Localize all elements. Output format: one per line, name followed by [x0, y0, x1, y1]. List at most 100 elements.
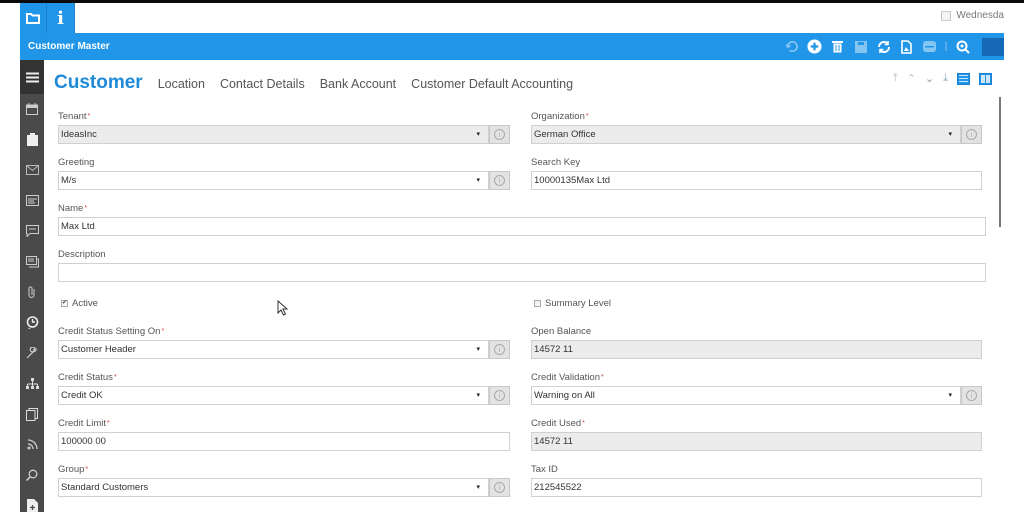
sidebar-item-new-file[interactable]: [20, 491, 44, 521]
folder-icon: [26, 12, 40, 24]
tab-location[interactable]: Location: [158, 77, 205, 91]
grid-view-button[interactable]: [957, 73, 970, 85]
credit-status-setting-field: Credit Status Setting On* Customer Heade…: [58, 326, 510, 359]
tab-customer-default-accounting[interactable]: Customer Default Accounting: [411, 77, 573, 91]
tenant-value: IdeasInc: [61, 129, 97, 140]
search-button[interactable]: [951, 33, 974, 60]
save-button[interactable]: [849, 33, 872, 60]
name-value: Max Ltd: [61, 221, 95, 232]
record-navigation: ⤒ ⌃ ⌄ ⤓: [893, 72, 992, 85]
tenant-info-button[interactable]: i: [489, 125, 510, 144]
greeting-info-button[interactable]: i: [489, 171, 510, 190]
delete-button[interactable]: [826, 33, 849, 60]
sidebar-item-card[interactable]: [20, 186, 44, 217]
description-field: Description: [58, 249, 986, 282]
vertical-scrollbar[interactable]: [999, 97, 1001, 227]
sidebar-item-messages[interactable]: [20, 247, 44, 278]
sidebar-item-clock[interactable]: [20, 308, 44, 339]
previous-record-icon[interactable]: ⌃: [907, 72, 916, 85]
summary-level-checkbox[interactable]: [534, 300, 541, 307]
chevron-down-icon: ▾: [476, 176, 480, 184]
sidebar-item-calendar[interactable]: [20, 94, 44, 125]
summary-level-label: Summary Level: [545, 298, 611, 309]
new-record-button[interactable]: [803, 33, 826, 60]
date-display: Wednesda: [941, 10, 1004, 21]
zoom-search-icon: [956, 40, 970, 54]
greeting-label: Greeting: [58, 157, 94, 168]
info-icon: i: [966, 129, 977, 140]
refresh-button[interactable]: [872, 33, 895, 60]
report-icon: [901, 40, 912, 54]
last-record-icon[interactable]: ⤓: [943, 72, 948, 85]
credit-status-setting-select[interactable]: Customer Header▾: [58, 340, 489, 359]
group-label: Group: [58, 464, 84, 475]
search-key-input[interactable]: 10000135Max Ltd: [531, 171, 982, 190]
name-input[interactable]: Max Ltd: [58, 217, 986, 236]
chevron-down-icon: ▾: [948, 391, 952, 399]
wrench-icon: [26, 347, 38, 359]
credit-status-select[interactable]: Credit OK▾: [58, 386, 489, 405]
description-input[interactable]: [58, 263, 986, 282]
credit-validation-info-button[interactable]: i: [961, 386, 982, 405]
tab-contact-details[interactable]: Contact Details: [220, 77, 305, 91]
organization-info-button[interactable]: i: [961, 125, 982, 144]
report-button[interactable]: [895, 33, 918, 60]
clipboard-icon: [27, 133, 38, 146]
credit-limit-input[interactable]: 100000 00: [58, 432, 510, 451]
organization-select[interactable]: German Office▾: [531, 125, 961, 144]
sidebar-menu-button[interactable]: [20, 60, 44, 94]
required-marker: *: [107, 420, 110, 427]
chat-icon: [26, 225, 39, 237]
group-select[interactable]: Standard Customers▾: [58, 478, 489, 497]
sidebar-item-mail[interactable]: [20, 155, 44, 186]
credit-validation-select[interactable]: Warning on All▾: [531, 386, 961, 405]
toolbar-extra-button[interactable]: [982, 38, 1004, 56]
next-record-icon[interactable]: ⌄: [925, 72, 934, 85]
sidebar-item-chat[interactable]: [20, 216, 44, 247]
credit-status-label: Credit Status: [58, 372, 113, 383]
active-checkbox[interactable]: ✔: [61, 300, 68, 307]
folder-tab[interactable]: [20, 3, 47, 33]
rss-icon: [27, 439, 38, 450]
tax-id-field: Tax ID 212545522: [531, 464, 982, 497]
tenant-select[interactable]: IdeasInc ▾: [58, 125, 489, 144]
undo-icon: [785, 40, 798, 53]
group-info-button[interactable]: i: [489, 478, 510, 497]
credit-status-info-button[interactable]: i: [489, 386, 510, 405]
undo-button[interactable]: [780, 33, 803, 60]
info-icon: i: [494, 344, 505, 355]
sidebar-item-documents[interactable]: [20, 399, 44, 430]
print-button[interactable]: [918, 33, 941, 60]
sidebar-item-search[interactable]: [20, 460, 44, 491]
chevron-down-icon: ▾: [476, 130, 480, 138]
credit-limit-field: Credit Limit* 100000 00: [58, 418, 510, 451]
tab-bank-account[interactable]: Bank Account: [320, 77, 396, 91]
calendar-icon: [941, 11, 951, 21]
open-balance-input[interactable]: 14572 11: [531, 340, 982, 359]
form-view-button[interactable]: [979, 73, 992, 85]
credit-status-field: Credit Status* Credit OK▾ i: [58, 372, 510, 405]
hierarchy-icon: [26, 378, 39, 389]
sidebar-item-hierarchy[interactable]: [20, 369, 44, 400]
tab-customer[interactable]: Customer: [54, 72, 143, 94]
save-icon: [855, 41, 867, 53]
tax-id-input[interactable]: 212545522: [531, 478, 982, 497]
greeting-select[interactable]: M/s▾: [58, 171, 489, 190]
required-marker: *: [84, 205, 87, 212]
required-marker: *: [85, 466, 88, 473]
required-marker: *: [114, 374, 117, 381]
menu-icon: [26, 72, 39, 83]
open-balance-value: 14572 11: [534, 344, 573, 355]
sidebar-item-settings[interactable]: [20, 338, 44, 369]
sidebar-item-feed[interactable]: [20, 430, 44, 461]
credit-used-value: 14572 11: [534, 436, 573, 447]
info-tab[interactable]: i: [47, 3, 75, 33]
sidebar-item-attachment[interactable]: [20, 277, 44, 308]
credit-status-value: Credit OK: [61, 390, 103, 401]
credit-status-setting-info-button[interactable]: i: [489, 340, 510, 359]
sidebar-item-clipboard[interactable]: [20, 125, 44, 156]
summary-level-checkbox-row: Summary Level: [534, 298, 611, 309]
credit-used-input[interactable]: 14572 11: [531, 432, 982, 451]
card-icon: [26, 195, 39, 206]
first-record-icon[interactable]: ⤒: [893, 72, 898, 85]
